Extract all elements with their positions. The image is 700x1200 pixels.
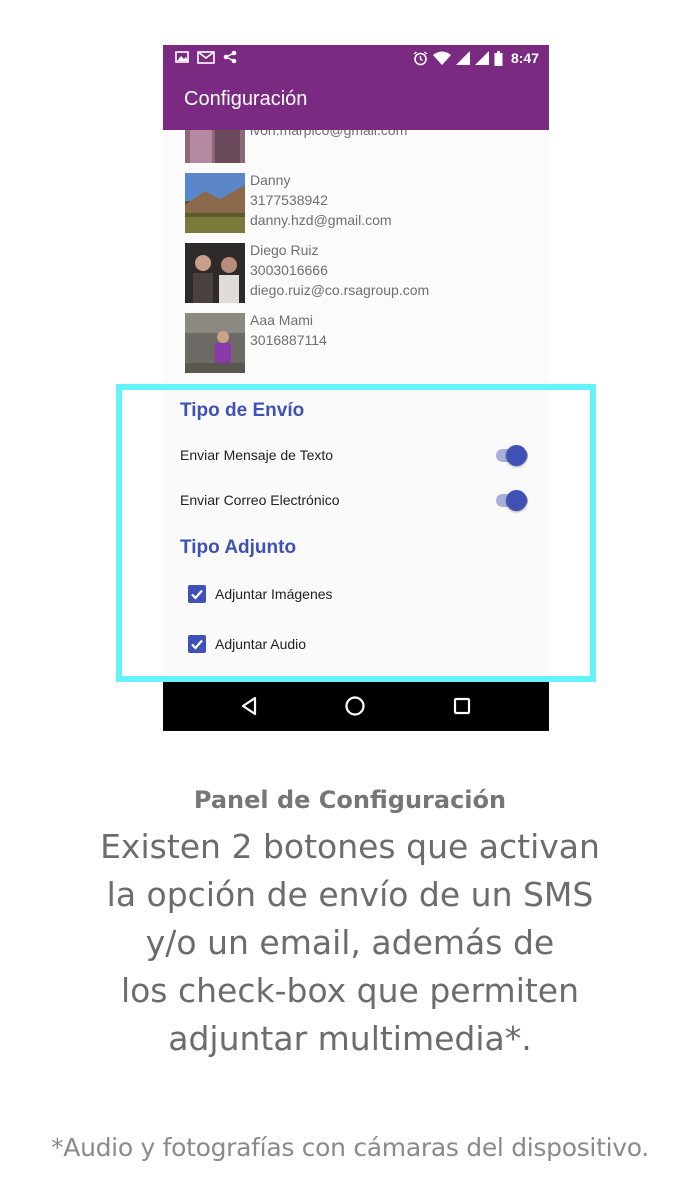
alarm-icon — [413, 50, 428, 65]
app-bar-title: Configuración — [184, 88, 308, 110]
contact-name: Aaa Mami — [250, 312, 314, 328]
sms-switch-row[interactable]: Enviar Mensaje de Texto — [180, 441, 532, 471]
contact-item[interactable]: 3102636268 ivon.marpico@gmail.com — [163, 130, 549, 169]
contact-avatar — [185, 313, 245, 373]
caption-body: Existen 2 botones que activan la opción … — [40, 823, 660, 1063]
signal-icon — [474, 51, 489, 65]
recents-button[interactable] — [450, 694, 474, 718]
attach-type-title: Tipo Adjunto — [180, 537, 297, 558]
contact-avatar — [185, 173, 245, 233]
home-icon — [345, 696, 365, 716]
status-bar: 8:47 — [163, 45, 549, 72]
battery-icon — [494, 50, 503, 66]
gmail-icon — [197, 50, 215, 64]
contact-name: Danny — [250, 172, 291, 188]
recents-icon — [453, 697, 471, 715]
wifi-icon — [432, 51, 451, 65]
contacts-list[interactable]: 3102636268 ivon.marpico@gmail.com Danny … — [163, 130, 549, 385]
sms-switch-label: Enviar Mensaje de Texto — [180, 447, 334, 463]
caption-line: y/o un email, además de — [145, 923, 555, 962]
contact-phone: 3177538942 — [250, 192, 328, 208]
caption-line: los check-box que permiten — [120, 971, 580, 1010]
contact-item[interactable]: Danny 3177538942 danny.hzd@gmail.com — [163, 172, 549, 239]
contact-avatar — [185, 130, 245, 163]
contact-email: danny.hzd@gmail.com — [250, 212, 392, 228]
caption-line: Existen 2 botones que activan — [100, 827, 600, 866]
caption-line: la opción de envío de un SMS — [106, 875, 594, 914]
back-icon — [241, 696, 257, 716]
audio-checkbox[interactable] — [188, 635, 206, 653]
check-icon — [191, 589, 203, 600]
email-switch-row[interactable]: Enviar Correo Electrónico — [180, 486, 532, 516]
contact-avatar — [185, 243, 245, 303]
signal-icon — [455, 51, 470, 65]
contact-item[interactable]: Diego Ruiz 3003016666 diego.ruiz@co.rsag… — [163, 242, 549, 309]
contact-email: diego.ruiz@co.rsagroup.com — [250, 282, 430, 298]
caption-line: adjuntar multimedia*. — [168, 1019, 532, 1058]
email-toggle[interactable] — [492, 486, 532, 514]
images-checkbox[interactable] — [188, 585, 206, 603]
share-icon — [223, 50, 237, 64]
sms-toggle[interactable] — [492, 441, 532, 469]
contact-phone: ivon.marpico@gmail.com — [250, 130, 408, 138]
status-time: 8:47 — [510, 50, 539, 66]
check-icon — [191, 639, 203, 650]
phone-screen: 8:47 Configuración 3102636268 ivon.marpi… — [163, 45, 549, 731]
contact-item[interactable]: Aaa Mami 3016887114 — [163, 312, 549, 379]
app-bar: Configuración — [163, 72, 549, 130]
images-check-label: Adjuntar Imágenes — [215, 586, 333, 602]
contact-name: Diego Ruiz — [250, 242, 319, 258]
contact-phone: 3016887114 — [250, 332, 327, 348]
contact-phone: 3003016666 — [250, 262, 328, 278]
caption-footnote: *Audio y fotografías con cámaras del dis… — [51, 1133, 649, 1162]
send-type-title: Tipo de Envío — [180, 400, 305, 421]
home-button[interactable] — [343, 694, 367, 718]
caption-title: Panel de Configuración — [193, 786, 507, 814]
back-button[interactable] — [237, 694, 261, 718]
settings-panel: Tipo de Envío Enviar Mensaje de Texto En… — [163, 385, 549, 682]
navigation-bar — [163, 682, 549, 731]
audio-check-label: Adjuntar Audio — [215, 636, 307, 652]
image-icon — [175, 51, 189, 63]
email-switch-label: Enviar Correo Electrónico — [180, 492, 340, 508]
